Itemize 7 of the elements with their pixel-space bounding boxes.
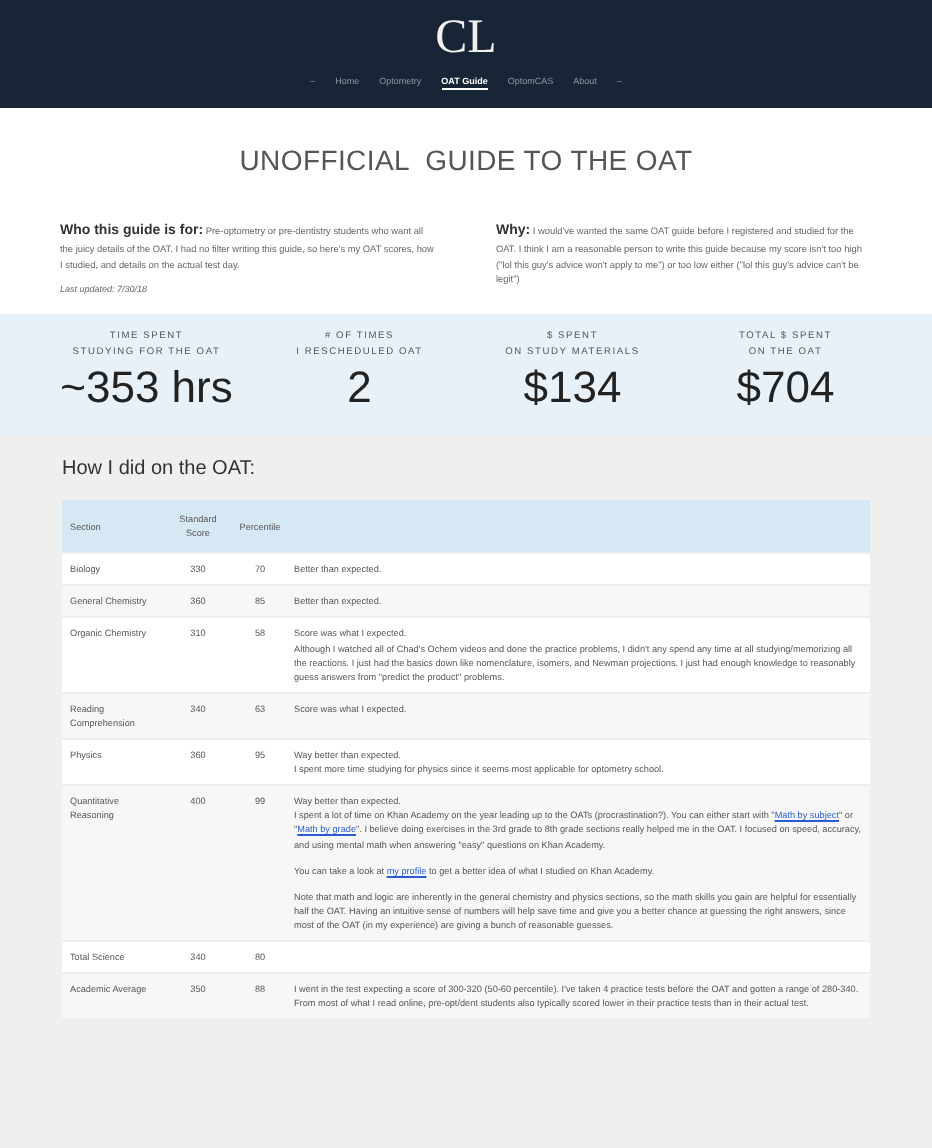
stat-value: ~353 hrs xyxy=(58,361,235,414)
section-heading: How I did on the OAT: xyxy=(62,457,258,480)
site-logo[interactable]: CL xyxy=(435,10,497,66)
stat-value: $134 xyxy=(521,361,624,414)
stat-value: 2 xyxy=(345,361,374,414)
page-title: UNOFFICIAL GUIDE TO THE OAT xyxy=(237,144,695,176)
stat-value: $704 xyxy=(734,361,837,414)
